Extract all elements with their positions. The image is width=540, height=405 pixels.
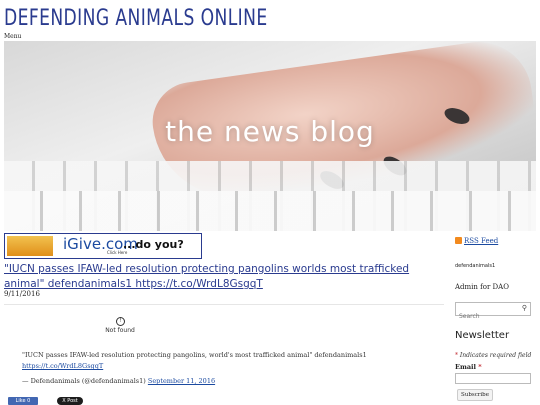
search-box: ⚲ [455, 302, 531, 323]
banner-cta: Click Here [107, 250, 128, 255]
subscribe-button[interactable]: Subscribe [457, 389, 493, 401]
email-field[interactable] [455, 373, 531, 384]
hero-keyboard-image [4, 191, 536, 231]
rss-feed-link[interactable]: RSS Feed [455, 237, 498, 245]
hero-text: the news blog [165, 115, 375, 148]
email-label: Email * [455, 363, 482, 371]
banner-tagline: ...do you? [123, 238, 184, 251]
newsletter-title: Newsletter [455, 330, 510, 341]
post-date: 9/11/2016 [4, 290, 40, 298]
tweet-link[interactable]: https://t.co/WrdL8GsgqT [22, 362, 103, 370]
post-title-link[interactable]: "IUCN passes IFAW-led resolution protect… [4, 262, 444, 292]
menu-button[interactable]: Menu [4, 33, 21, 40]
embed-status: Not found [105, 327, 135, 334]
tweet-date-link[interactable]: September 11, 2016 [148, 377, 215, 385]
tweet-author: — Defendanimals (@defendanimals1) [22, 377, 146, 385]
banner-image [7, 236, 53, 256]
tweet-text: "IUCN passes IFAW-led resolution protect… [22, 351, 367, 359]
tweet-attribution: — Defendanimals (@defendanimals1) Septem… [22, 377, 215, 385]
post-divider [4, 304, 444, 305]
igive-banner[interactable]: iGive.com ...do you? Click Here [4, 233, 202, 259]
search-input[interactable] [456, 310, 522, 323]
facebook-like-button[interactable]: Like 0 [8, 397, 38, 405]
required-note: * Indicates required field [455, 352, 532, 359]
site-title[interactable]: DEFENDING ANIMALS ONLINE [4, 6, 268, 32]
rss-label: RSS Feed [464, 237, 499, 245]
info-icon: ! [116, 317, 125, 326]
rss-icon [455, 237, 462, 244]
author-role: Admin for DAO [455, 283, 509, 291]
search-icon[interactable]: ⚲ [522, 304, 527, 312]
author-username: defendanimals1 [455, 263, 496, 269]
x-post-button[interactable]: X Post [57, 397, 83, 405]
hero-banner: the news blog [4, 41, 536, 231]
